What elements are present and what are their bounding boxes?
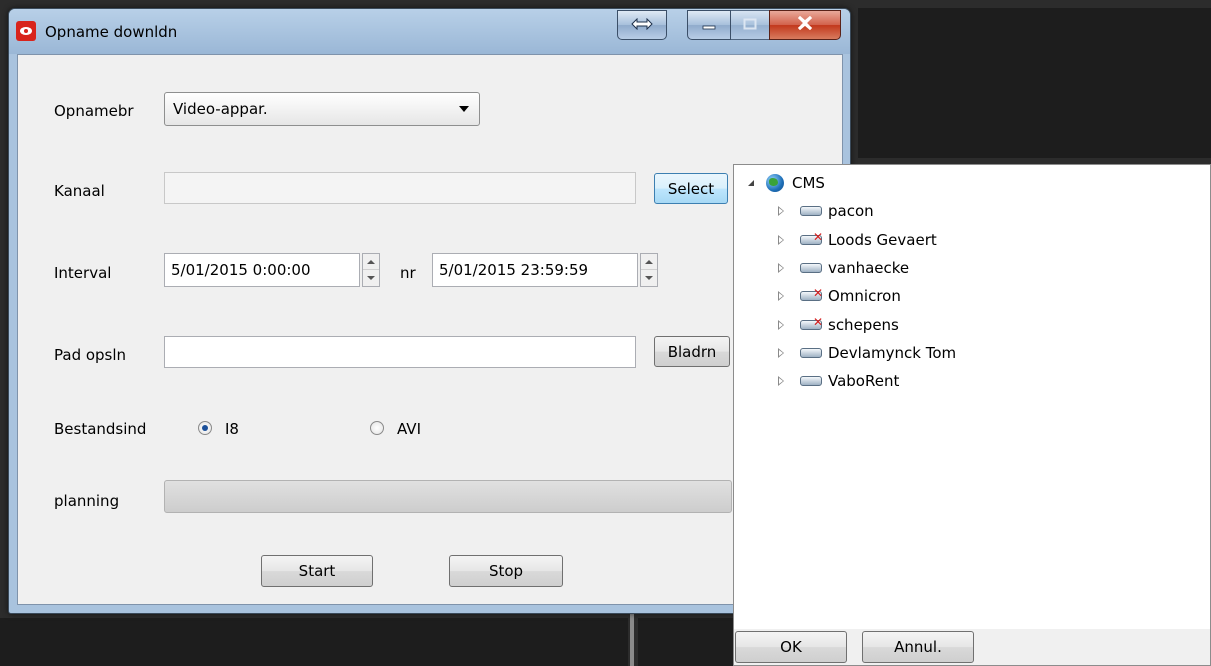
device-icon xyxy=(800,376,822,386)
source-dropdown-value: Video-appar. xyxy=(173,100,268,118)
file-format-label: Bestandsind xyxy=(54,420,147,438)
close-icon xyxy=(797,15,813,34)
tree-item-label: vanhaecke xyxy=(828,259,910,277)
interval-label: Interval xyxy=(54,264,112,282)
planning-progress-bar xyxy=(164,480,732,513)
collapsed-triangle-icon[interactable] xyxy=(778,235,786,245)
video-panel-top-right xyxy=(858,8,1211,158)
source-label: Opnamebr xyxy=(54,102,134,120)
tree-item-label: VaboRent xyxy=(828,372,900,390)
interval-to-input[interactable]: 5/01/2015 23:59:59 xyxy=(432,253,638,287)
format-radio-avi[interactable] xyxy=(370,421,384,435)
tree-item-label: Omnicron xyxy=(828,287,901,305)
tree-item-loods-gevaert[interactable]: Loods Gevaert xyxy=(778,227,937,253)
tree-item-vanhaecke[interactable]: vanhaecke xyxy=(778,255,909,281)
stop-button[interactable]: Stop xyxy=(449,555,563,587)
device-offline-icon xyxy=(800,230,823,245)
save-path-label: Pad opsln xyxy=(54,346,127,364)
spin-up-icon[interactable] xyxy=(363,254,379,270)
tree-root-cms[interactable]: CMS xyxy=(748,170,825,196)
device-tree-popup: CMS pacon Loods Gevaert vanhaecke Omnicr… xyxy=(733,164,1211,666)
tree-item-vaborent[interactable]: VaboRent xyxy=(778,368,899,394)
tree-item-label: pacon xyxy=(828,202,874,220)
interval-separator: nr xyxy=(400,264,416,282)
select-button[interactable]: Select xyxy=(654,173,728,204)
maximize-button[interactable] xyxy=(730,10,770,40)
spin-down-icon[interactable] xyxy=(363,270,379,286)
popup-button-bar: OK Annul. xyxy=(734,629,1210,665)
cancel-button[interactable]: Annul. xyxy=(862,631,974,663)
ok-button[interactable]: OK xyxy=(735,631,847,663)
tree-item-devlamynck-tom[interactable]: Devlamynck Tom xyxy=(778,340,956,366)
interval-from-spinner[interactable] xyxy=(362,253,380,287)
tree-item-schepens[interactable]: schepens xyxy=(778,312,899,338)
planning-label: planning xyxy=(54,492,120,510)
format-radio-i8[interactable] xyxy=(198,421,212,435)
device-icon xyxy=(800,263,822,273)
device-icon xyxy=(800,206,822,216)
device-icon xyxy=(800,348,822,358)
collapsed-triangle-icon[interactable] xyxy=(778,376,786,386)
video-panel-bottom-left xyxy=(0,618,628,666)
collapsed-triangle-icon[interactable] xyxy=(778,348,786,358)
tree-item-pacon[interactable]: pacon xyxy=(778,198,874,224)
source-dropdown[interactable]: Video-appar. xyxy=(164,92,480,126)
minimize-icon xyxy=(702,16,716,34)
device-offline-icon xyxy=(800,315,823,330)
globe-icon xyxy=(766,174,784,192)
expanded-triangle-icon[interactable] xyxy=(748,180,754,186)
video-divider xyxy=(630,614,634,666)
spin-down-icon[interactable] xyxy=(641,270,657,286)
tree-item-omnicron[interactable]: Omnicron xyxy=(778,283,901,309)
window-title: Opname downldn xyxy=(45,23,178,41)
video-panel-bottom-mid xyxy=(638,618,733,666)
close-button[interactable] xyxy=(769,10,841,40)
interval-from-input[interactable]: 5/01/2015 0:00:00 xyxy=(164,253,360,287)
interval-to-spinner[interactable] xyxy=(640,253,658,287)
resize-toggle-button[interactable] xyxy=(617,10,667,40)
browse-button[interactable]: Bladrn xyxy=(654,336,730,367)
format-option-i8-label[interactable]: I8 xyxy=(225,420,239,438)
chevron-down-icon xyxy=(459,106,469,112)
double-arrow-icon xyxy=(630,16,654,34)
spin-up-icon[interactable] xyxy=(641,254,657,270)
collapsed-triangle-icon[interactable] xyxy=(778,206,786,216)
title-bar[interactable]: Opname downldn xyxy=(9,9,850,54)
collapsed-triangle-icon[interactable] xyxy=(778,320,786,330)
maximize-icon xyxy=(743,16,757,34)
tree-root-label: CMS xyxy=(792,174,825,192)
dialog-client-area: Opnamebr Video-appar. Kanaal Select Inte… xyxy=(17,54,843,605)
record-download-window: Opname downldn Opnamebr Video-appar. Kan… xyxy=(8,8,851,614)
collapsed-triangle-icon[interactable] xyxy=(778,263,786,273)
channel-label: Kanaal xyxy=(54,182,105,200)
channel-input[interactable] xyxy=(164,172,636,204)
collapsed-triangle-icon[interactable] xyxy=(778,291,786,301)
save-path-input[interactable] xyxy=(164,336,636,368)
tree-item-label: Devlamynck Tom xyxy=(828,344,957,362)
tree-item-label: schepens xyxy=(828,316,899,334)
format-option-avi-label[interactable]: AVI xyxy=(397,420,421,438)
device-offline-icon xyxy=(800,286,823,301)
app-logo-icon xyxy=(16,21,36,41)
start-button[interactable]: Start xyxy=(261,555,373,587)
tree-item-label: Loods Gevaert xyxy=(828,231,937,249)
minimize-button[interactable] xyxy=(687,10,731,40)
